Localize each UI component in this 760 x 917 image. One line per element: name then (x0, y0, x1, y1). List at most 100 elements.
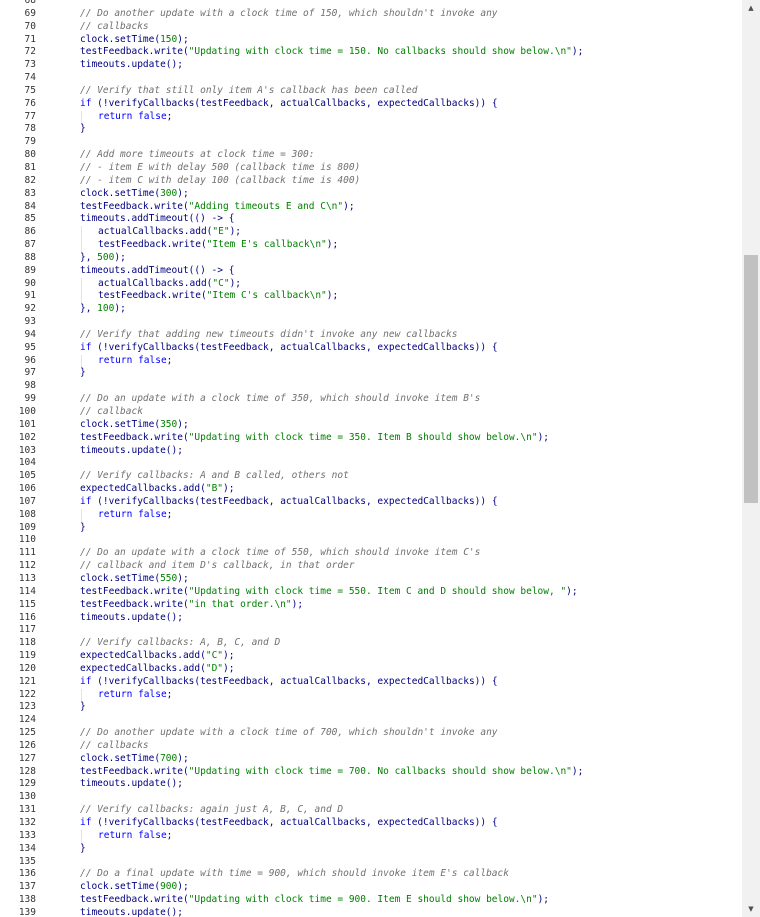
token-plain: clock.setTime( (80, 33, 161, 45)
code-line[interactable]: 81 // - item E with delay 500 (callback t… (0, 162, 742, 175)
code-line[interactable]: 73 timeouts.update(); (0, 59, 742, 72)
code-line[interactable]: 128 testFeedback.write("Updating with clo… (0, 766, 742, 779)
code-line[interactable]: 121 if (!verifyCallbacks(testFeedback, ac… (0, 676, 742, 689)
code-line[interactable]: 69 // Do another update with a clock time… (0, 8, 742, 21)
code-line[interactable]: 90 actualCallbacks.add("C"); (0, 277, 742, 291)
code-line[interactable]: 105 // Verify callbacks: A and B called, … (0, 470, 742, 483)
code-line[interactable]: 87 testFeedback.write("Item E's callback\… (0, 239, 742, 252)
code-line[interactable]: 97} (0, 367, 742, 380)
code-line[interactable]: 138 testFeedback.write("Updating with clo… (0, 894, 742, 907)
code-line[interactable]: 135 (0, 856, 742, 869)
code-line[interactable]: 75 // Verify that still only item A's cal… (0, 85, 742, 98)
code-editor[interactable]: 68 69 // Do another update with a clock ti… (0, 0, 742, 917)
token-plain: testFeedback.write( (80, 200, 189, 212)
code-line[interactable]: 116 timeouts.update(); (0, 612, 742, 625)
code-text: return false; (98, 509, 172, 522)
code-line[interactable]: 133 return false; (0, 829, 742, 843)
code-line[interactable]: 68 (0, 0, 742, 8)
token-plain: actualCallbacks.add( (98, 277, 213, 289)
code-line[interactable]: 86 actualCallbacks.add("E"); (0, 226, 742, 240)
up-arrow-icon[interactable]: ▲ (742, 0, 760, 16)
code-line[interactable]: 110 (0, 534, 742, 547)
code-line[interactable]: 92}, 100); (0, 303, 742, 316)
code-text: return false; (98, 830, 172, 843)
code-line[interactable]: 115 testFeedback.write("in that order.\n"… (0, 599, 742, 612)
code-line[interactable]: 95 if (!verifyCallbacks(testFeedback, act… (0, 342, 742, 355)
code-line[interactable]: 109} (0, 522, 742, 535)
indent-guide (81, 239, 82, 252)
line-number: 73 (24, 59, 36, 71)
code-line[interactable]: 127 clock.setTime(700); (0, 753, 742, 766)
token-plain: } (80, 123, 86, 135)
code-line[interactable]: 78} (0, 123, 742, 136)
down-arrow-icon[interactable]: ▼ (742, 901, 760, 917)
code-line[interactable]: 84 testFeedback.write("Adding timeouts E … (0, 201, 742, 214)
code-line[interactable]: 85 timeouts.addTimeout(() -> { (0, 213, 742, 226)
line-number: 121 (18, 675, 36, 687)
token-plain: }, (80, 303, 98, 315)
code-text: // callbacks (80, 740, 149, 753)
code-line[interactable]: 114 testFeedback.write("Updating with clo… (0, 586, 742, 599)
code-line[interactable]: 139 timeouts.update(); (0, 907, 742, 917)
line-number: 130 (18, 791, 36, 803)
code-line[interactable]: 112 // callback and item D's callback, in… (0, 560, 742, 573)
token-comment: // Do an update with a clock time of 350… (80, 393, 481, 405)
code-line[interactable]: 89 timeouts.addTimeout(() -> { (0, 265, 742, 278)
code-line[interactable]: 120 expectedCallbacks.add("D"); (0, 663, 742, 676)
code-line[interactable]: 70 // callbacks (0, 21, 742, 34)
code-line[interactable]: 123} (0, 701, 742, 714)
code-line[interactable]: 71 clock.setTime(150); (0, 34, 742, 47)
code-line[interactable]: 132 if (!verifyCallbacks(testFeedback, ac… (0, 817, 742, 830)
code-line[interactable]: 111 // Do an update with a clock time of … (0, 547, 742, 560)
code-text: testFeedback.write("in that order.\n"); (80, 599, 303, 612)
code-line[interactable]: 94 // Verify that adding new timeouts did… (0, 329, 742, 342)
code-line[interactable]: 91 testFeedback.write("Item C's callback\… (0, 290, 742, 304)
code-text: testFeedback.write("Updating with clock … (80, 586, 578, 599)
code-line[interactable]: 108 return false; (0, 508, 742, 522)
code-line[interactable]: 117 (0, 624, 742, 637)
code-text: } (80, 843, 86, 856)
code-line[interactable]: 137 clock.setTime(900); (0, 881, 742, 894)
code-line[interactable]: 99 // Do an update with a clock time of 3… (0, 393, 742, 406)
code-line[interactable]: 103 timeouts.update(); (0, 445, 742, 458)
code-line[interactable]: 76 if (!verifyCallbacks(testFeedback, act… (0, 98, 742, 111)
token-number: 150 (160, 33, 178, 45)
token-plain: ); (537, 431, 550, 443)
code-line[interactable]: 134} (0, 843, 742, 856)
code-line[interactable]: 124 (0, 714, 742, 727)
code-line[interactable]: 72 testFeedback.write("Updating with cloc… (0, 46, 742, 59)
code-line[interactable]: 104 (0, 457, 742, 470)
code-text: return false; (98, 355, 172, 368)
scroll-thumb[interactable] (744, 254, 758, 503)
code-line[interactable]: 79 (0, 136, 742, 149)
vertical-scrollbar[interactable]: ▲ ▼ (742, 0, 760, 917)
token-comment: // - item E with delay 500 (callback tim… (80, 161, 361, 173)
code-line[interactable]: 98 (0, 380, 742, 393)
code-line[interactable]: 106 expectedCallbacks.add("B"); (0, 483, 742, 496)
code-text: clock.setTime(150); (80, 34, 189, 47)
code-line[interactable]: 129 timeouts.update(); (0, 778, 742, 791)
code-line[interactable]: 130 (0, 791, 742, 804)
code-line[interactable]: 100 // callback (0, 406, 742, 419)
line-number: 115 (18, 598, 36, 610)
code-line[interactable]: 83 clock.setTime(300); (0, 188, 742, 201)
code-line[interactable]: 77 return false; (0, 110, 742, 124)
code-line[interactable]: 101 clock.setTime(350); (0, 419, 742, 432)
code-line[interactable]: 136 // Do a final update with time = 900,… (0, 868, 742, 881)
code-line[interactable]: 125 // Do another update with a clock tim… (0, 727, 742, 740)
code-line[interactable]: 93 (0, 316, 742, 329)
code-line[interactable]: 119 expectedCallbacks.add("C"); (0, 650, 742, 663)
line-number: 88 (24, 251, 36, 263)
code-line[interactable]: 102 testFeedback.write("Updating with clo… (0, 432, 742, 445)
code-line[interactable]: 118 // Verify callbacks: A, B, C, and D (0, 637, 742, 650)
code-line[interactable]: 80 // Add more timeouts at clock time = 3… (0, 149, 742, 162)
code-line[interactable]: 74 (0, 72, 742, 85)
code-line[interactable]: 131 // Verify callbacks: again just A, B,… (0, 804, 742, 817)
code-line[interactable]: 113 clock.setTime(550); (0, 573, 742, 586)
code-line[interactable]: 96 return false; (0, 354, 742, 368)
code-line[interactable]: 107 if (!verifyCallbacks(testFeedback, ac… (0, 496, 742, 509)
code-line[interactable]: 82 // - item C with delay 100 (callback t… (0, 175, 742, 188)
code-line[interactable]: 122 return false; (0, 688, 742, 702)
code-line[interactable]: 126 // callbacks (0, 740, 742, 753)
code-line[interactable]: 88}, 500); (0, 252, 742, 265)
